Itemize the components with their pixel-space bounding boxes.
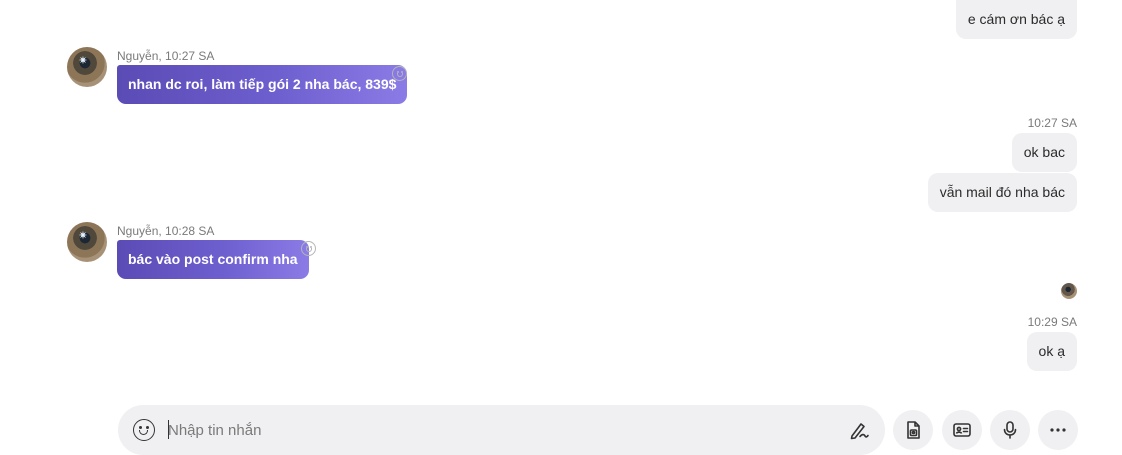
text-format-pen-icon[interactable] bbox=[848, 419, 870, 441]
more-options-button[interactable] bbox=[1038, 410, 1078, 450]
incoming-message[interactable]: bác vào post confirm nha bbox=[117, 240, 309, 279]
seen-by-avatar bbox=[1061, 283, 1077, 299]
message-input[interactable] bbox=[168, 418, 828, 442]
sender-avatar[interactable]: ✷ bbox=[67, 222, 107, 262]
message-sender-time: Nguyễn, 10:27 SA bbox=[117, 49, 215, 63]
message-time: 10:27 SA bbox=[1027, 116, 1077, 130]
share-contact-button[interactable] bbox=[942, 410, 982, 450]
avatar-emblem-icon: ✷ bbox=[78, 230, 88, 242]
voice-message-button[interactable] bbox=[990, 410, 1030, 450]
message-time: 10:29 SA bbox=[1027, 315, 1077, 329]
avatar-emblem-icon: ✷ bbox=[78, 55, 88, 67]
outgoing-message[interactable]: vẫn mail đó nha bác bbox=[927, 173, 1077, 212]
sender-avatar[interactable]: ✷ bbox=[67, 47, 107, 87]
text-caret bbox=[168, 420, 169, 439]
incoming-message[interactable]: nhan dc roi, làm tiếp gói 2 nha bác, 839… bbox=[117, 65, 408, 104]
outgoing-message[interactable]: ok bac bbox=[1011, 133, 1077, 172]
outgoing-message[interactable]: e cám ơn bác ạ bbox=[955, 0, 1077, 39]
add-reaction-icon[interactable] bbox=[392, 66, 407, 81]
chat-thread: e cám ơn bác ạ ✷ Nguyễn, 10:27 SA nhan d… bbox=[0, 0, 1122, 455]
smiley-icon[interactable] bbox=[133, 419, 155, 441]
message-sender-time: Nguyễn, 10:28 SA bbox=[117, 224, 215, 238]
message-composer bbox=[118, 405, 885, 455]
outgoing-message[interactable]: ok ạ bbox=[1026, 332, 1077, 371]
attach-file-button[interactable] bbox=[893, 410, 933, 450]
add-reaction-icon[interactable] bbox=[301, 241, 316, 256]
